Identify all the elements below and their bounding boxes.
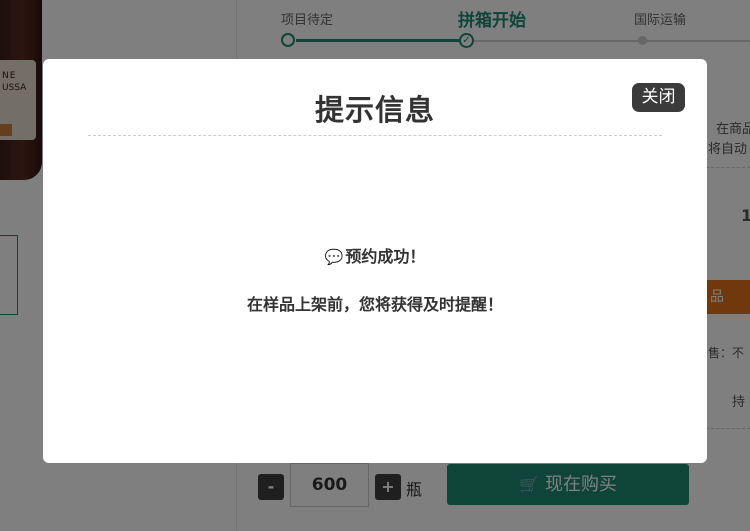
dialog-divider: [88, 135, 662, 136]
dialog-title: 提示信息: [314, 93, 435, 127]
close-button[interactable]: 关闭: [632, 83, 685, 112]
success-message-text: 预约成功！: [345, 247, 426, 266]
speech-bubble-icon: 💬: [324, 248, 344, 266]
reminder-message: 在样品上架前，您将获得及时提醒！: [246, 295, 503, 314]
notice-dialog: 提示信息 关闭 💬 预约成功！ 在样品上架前，您将获得及时提醒！: [43, 59, 707, 463]
success-message: 💬 预约成功！: [43, 243, 707, 267]
